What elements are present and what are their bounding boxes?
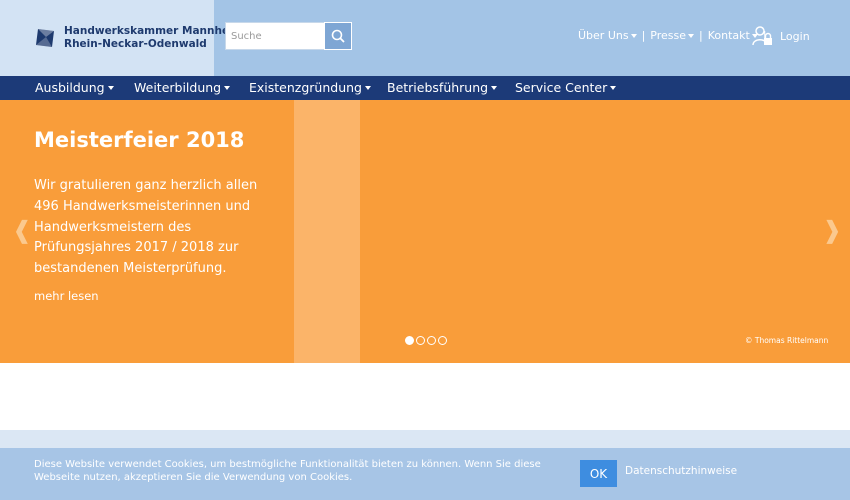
read-more-link[interactable]: mehr lesen: [34, 289, 99, 303]
photo-credit: © Thomas Rittelmann: [745, 336, 829, 345]
login-label: Login: [780, 29, 810, 43]
caret-down-icon: [107, 85, 114, 90]
topnav-ueber-uns[interactable]: Über Uns: [578, 29, 637, 42]
divider: |: [699, 29, 703, 42]
caret-down-icon: [688, 33, 695, 38]
nav-betriebsfuehrung[interactable]: Betriebsführung: [387, 80, 498, 95]
org-name-line1: Handwerkskammer Mannheim: [64, 25, 244, 37]
slider-dot-4[interactable]: [438, 336, 447, 345]
topnav-label: Presse: [650, 29, 687, 42]
search-input[interactable]: Suche: [225, 22, 325, 50]
cookie-ok-button[interactable]: OK: [580, 460, 617, 487]
topnav-label: Kontakt: [707, 29, 750, 42]
caret-down-icon: [365, 85, 371, 90]
logo-text: Handwerkskammer Mannheim Rhein-Neckar-Od…: [64, 25, 244, 51]
caret-down-icon: [610, 85, 617, 90]
slider-dots: [405, 336, 447, 345]
cookie-banner: Diese Website verwendet Cookies, um best…: [0, 448, 850, 500]
content-area: [0, 363, 850, 430]
topnav-label: Über Uns: [578, 29, 629, 42]
nav-existenzgruendung[interactable]: Existenzgründung: [249, 80, 371, 95]
hero-title: Meisterfeier 2018: [34, 128, 245, 152]
main-nav: Ausbildung Weiterbildung Existenzgründun…: [0, 76, 850, 100]
logo-icon: [36, 29, 54, 47]
nav-label: Existenzgründung: [249, 80, 362, 95]
caret-down-icon: [630, 33, 637, 38]
slider-dot-2[interactable]: [416, 336, 425, 345]
hero-slider: Meisterfeier 2018 Wir gratulieren ganz h…: [0, 100, 850, 363]
privacy-link[interactable]: Datenschutzhinweise: [625, 465, 737, 477]
nav-label: Betriebsführung: [387, 80, 489, 95]
divider: |: [641, 29, 646, 42]
logo-area[interactable]: Handwerkskammer Mannheim Rhein-Neckar-Od…: [0, 0, 244, 76]
login-link[interactable]: Login: [752, 25, 810, 47]
search-button[interactable]: [324, 22, 352, 50]
search-icon: [331, 29, 345, 43]
nav-label: Service Center: [515, 80, 608, 95]
top-nav: Über Uns | Presse | Kontakt |: [578, 29, 772, 42]
topnav-kontakt[interactable]: Kontakt: [708, 29, 758, 42]
slider-dot-1[interactable]: [405, 336, 414, 345]
user-lock-icon: [752, 26, 772, 46]
slider-next-button[interactable]: ❱: [822, 218, 842, 242]
slider-dot-3[interactable]: [427, 336, 436, 345]
nav-label: Ausbildung: [35, 80, 105, 95]
caret-down-icon: [224, 85, 231, 90]
site-header: Handwerkskammer Mannheim Rhein-Neckar-Od…: [0, 0, 850, 76]
caret-down-icon: [491, 85, 498, 90]
slider-prev-button[interactable]: ❰: [12, 218, 32, 242]
nav-service-center[interactable]: Service Center: [515, 80, 617, 95]
search-placeholder: Suche: [231, 31, 262, 42]
nav-weiterbildung[interactable]: Weiterbildung: [134, 80, 231, 95]
hero-stripe: [294, 100, 360, 363]
nav-ausbildung[interactable]: Ausbildung: [35, 80, 114, 95]
hero-text: Wir gratulieren ganz herzlich allen 496 …: [34, 178, 258, 277]
topnav-presse[interactable]: Presse: [650, 29, 695, 42]
nav-label: Weiterbildung: [134, 80, 222, 95]
cookie-text: Diese Website verwendet Cookies, um best…: [34, 459, 541, 483]
org-name-line2: Rhein-Neckar-Odenwald: [64, 38, 207, 50]
